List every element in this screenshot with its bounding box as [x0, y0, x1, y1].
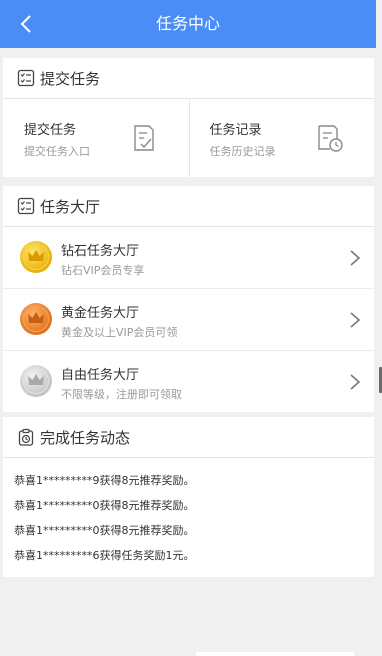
list-item: 恭喜1*********0获得8元推荐奖励。	[14, 499, 195, 512]
task-record-sub: 任务历史记录	[209, 145, 276, 158]
chevron-right-icon	[350, 250, 361, 266]
diamond-hall-item[interactable]: 钻石任务大厅 钻石VIP会员专享	[3, 227, 374, 289]
app-header: 任务中心	[0, 0, 376, 48]
edit-document-icon	[133, 125, 154, 151]
list-item: 恭喜1*********9获得8元推荐奖励。	[14, 474, 195, 487]
task-record-label: 任务记录	[209, 123, 262, 138]
gold-hall-item[interactable]: 黄金任务大厅 黄金及以上VIP会员可领	[3, 289, 374, 351]
bottom-divider	[196, 652, 354, 656]
history-document-icon	[318, 125, 343, 152]
feed-section-header: 完成任务动态	[3, 417, 374, 458]
list-item: 恭喜1*********0获得8元推荐奖励。	[14, 524, 195, 537]
diamond-hall-label: 钻石任务大厅	[61, 244, 140, 259]
submit-task-entry[interactable]: 提交任务 提交任务入口	[3, 99, 189, 177]
gold-crown-medal-icon	[20, 241, 52, 273]
free-hall-item[interactable]: 自由任务大厅 不限等级，注册即可领取	[3, 351, 374, 412]
submit-section-header: 提交任务	[3, 58, 374, 99]
gold-hall-label: 黄金任务大厅	[61, 306, 140, 321]
silver-crown-medal-icon	[20, 365, 52, 397]
clipboard-clock-icon	[17, 428, 35, 446]
submit-task-sub: 提交任务入口	[24, 145, 90, 158]
checklist-icon	[17, 197, 35, 215]
orange-crown-medal-icon	[20, 303, 52, 335]
list-item: 恭喜1*********6获得任务奖励1元。	[14, 549, 195, 562]
submit-task-label: 提交任务	[24, 123, 77, 138]
task-feed-list: 恭喜1*********9获得8元推荐奖励。 恭喜1*********0获得8元…	[3, 458, 374, 568]
diamond-hall-sub: 钻石VIP会员专享	[61, 264, 145, 277]
chevron-right-icon	[350, 312, 361, 328]
task-feed-card: 完成任务动态 恭喜1*********9获得8元推荐奖励。 恭喜1*******…	[3, 417, 374, 577]
chevron-right-icon	[350, 374, 361, 390]
submit-section-title: 提交任务	[40, 69, 101, 88]
task-record-entry[interactable]: 任务记录 任务历史记录	[188, 99, 375, 177]
task-hall-card: 任务大厅 钻石任务大厅 钻石VIP会员专享 黄金任务大厅 黄金及以上VIP会员可…	[3, 186, 374, 412]
submit-row: 提交任务 提交任务入口 任务记录 任务历史记录	[3, 99, 374, 177]
free-hall-sub: 不限等级，注册即可领取	[61, 388, 182, 401]
page-title: 任务中心	[155, 14, 220, 33]
submit-task-card: 提交任务 提交任务 提交任务入口 任务记录 任务历史记录	[3, 58, 374, 177]
checklist-icon	[17, 69, 35, 87]
free-hall-label: 自由任务大厅	[61, 368, 140, 383]
hall-section-header: 任务大厅	[3, 186, 374, 227]
feed-section-title: 完成任务动态	[40, 428, 131, 447]
gold-hall-sub: 黄金及以上VIP会员可领	[61, 326, 178, 339]
hall-section-title: 任务大厅	[40, 197, 101, 216]
